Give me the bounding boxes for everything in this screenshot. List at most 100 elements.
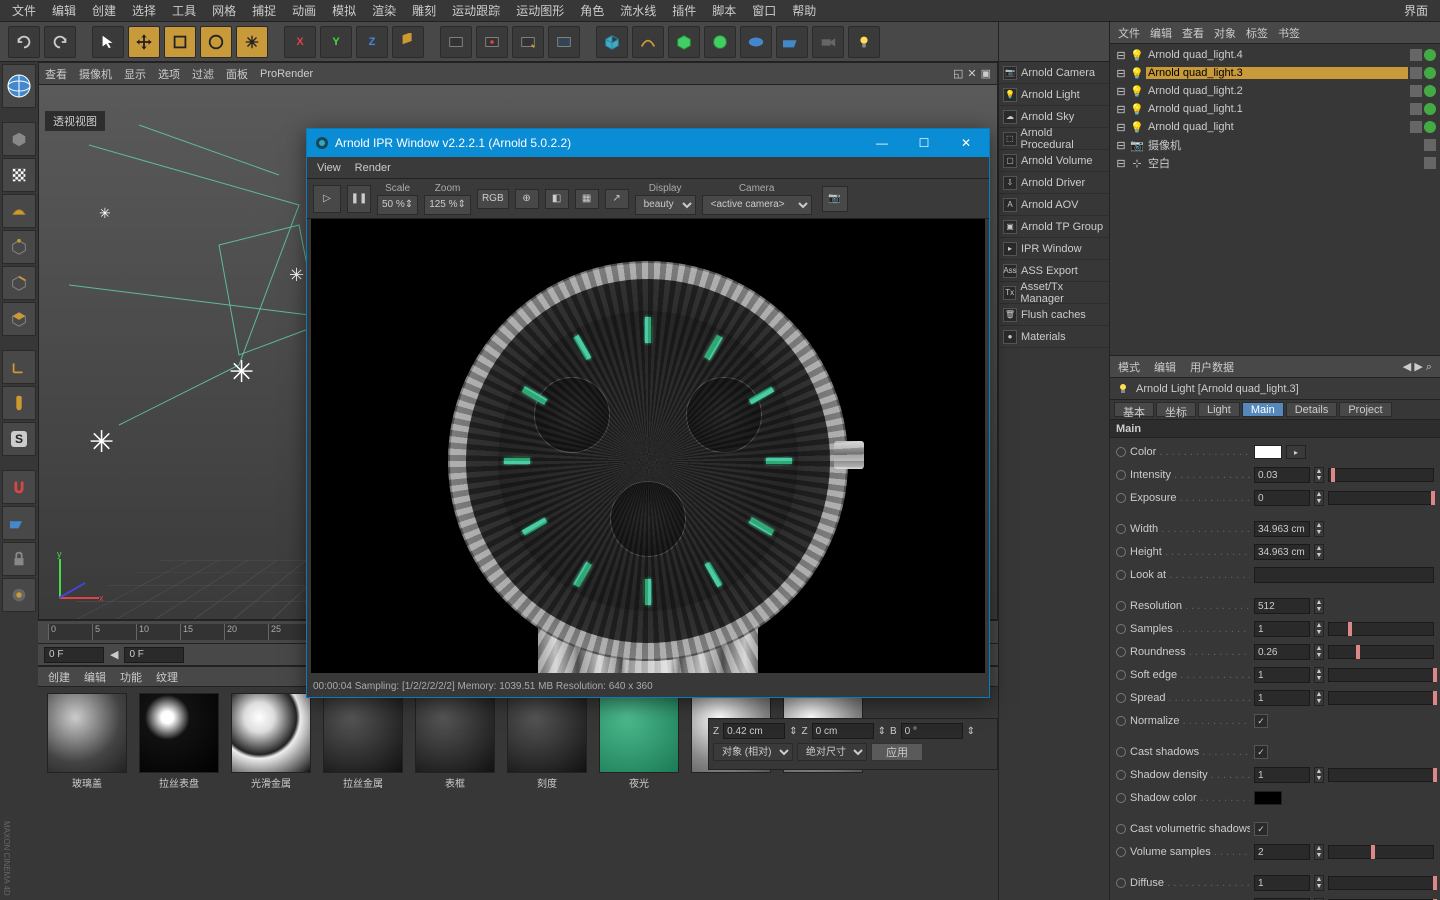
texture-mode-button[interactable] — [2, 158, 36, 192]
attr-menu[interactable]: 模式 — [1118, 359, 1140, 375]
slider[interactable] — [1328, 876, 1434, 890]
visibility-dot[interactable] — [1424, 103, 1436, 115]
vp-tab[interactable]: 选项 — [158, 66, 180, 82]
spinner[interactable]: ▲▼ — [1314, 490, 1324, 506]
workplane-button[interactable] — [2, 506, 36, 540]
value-input[interactable] — [1254, 521, 1310, 537]
value-input[interactable] — [1254, 544, 1310, 560]
obj-tab[interactable]: 书签 — [1278, 25, 1300, 41]
attr-tab-Details[interactable]: Details — [1286, 402, 1338, 417]
menu-窗口[interactable]: 窗口 — [744, 2, 784, 19]
mat-tab[interactable]: 功能 — [120, 669, 142, 685]
value-input[interactable] — [1254, 467, 1310, 483]
arnold-menu-item[interactable]: ▸IPR Window — [999, 238, 1109, 260]
slider[interactable] — [1328, 622, 1434, 636]
slider[interactable] — [1328, 468, 1434, 482]
value-input[interactable] — [1254, 767, 1310, 783]
arnold-menu-item[interactable]: TxAsset/Tx Manager — [999, 282, 1109, 304]
ipr-display-select[interactable]: beauty — [635, 195, 696, 215]
ipr-titlebar[interactable]: Arnold IPR Window v2.2.2.1 (Arnold 5.0.2… — [307, 129, 989, 157]
slider[interactable] — [1328, 768, 1434, 782]
value-input[interactable] — [1254, 621, 1310, 637]
rotate-tool[interactable] — [200, 26, 232, 58]
menu-帮助[interactable]: 帮助 — [784, 2, 824, 19]
ipr-play-button[interactable]: ▷ — [313, 185, 341, 213]
ipr-export-button[interactable]: ↗ — [605, 189, 629, 209]
arnold-menu-item[interactable]: AssASS Export — [999, 260, 1109, 282]
spinner[interactable]: ▲▼ — [1314, 690, 1324, 706]
menu-interface[interactable]: 界面 — [1396, 2, 1436, 19]
scale-tool[interactable] — [164, 26, 196, 58]
value-input[interactable] — [1254, 690, 1310, 706]
arnold-menu-item[interactable]: ⇩Arnold Driver — [999, 172, 1109, 194]
add-deformer-button[interactable] — [704, 26, 736, 58]
ipr-rgb-button[interactable]: RGB — [477, 189, 509, 209]
object-tree[interactable]: ⊟💡Arnold quad_light.4⊟💡Arnold quad_light… — [1110, 44, 1440, 174]
visibility-dot[interactable] — [1424, 121, 1436, 133]
spinner[interactable]: ▲▼ — [1314, 844, 1324, 860]
point-mode-button[interactable] — [2, 230, 36, 264]
arnold-menu-item[interactable]: 💡Arnold Light — [999, 84, 1109, 106]
vp-tab[interactable]: ProRender — [260, 68, 313, 80]
value-input[interactable] — [1254, 567, 1434, 583]
globe-view-button[interactable] — [2, 64, 36, 108]
snap-mode-button[interactable]: S — [2, 422, 36, 456]
tree-row[interactable]: ⊟💡Arnold quad_light.4 — [1112, 46, 1438, 64]
checkbox[interactable]: ✓ — [1254, 745, 1268, 759]
checkbox[interactable]: ✓ — [1254, 822, 1268, 836]
slider[interactable] — [1328, 668, 1434, 682]
menu-网格[interactable]: 网格 — [204, 2, 244, 19]
material-item[interactable]: 玻璃盖 — [44, 693, 130, 790]
menu-插件[interactable]: 插件 — [664, 2, 704, 19]
material-item[interactable]: 刻度 — [504, 693, 590, 790]
spinner[interactable]: ▲▼ — [1314, 875, 1324, 891]
obj-tab[interactable]: 查看 — [1182, 25, 1204, 41]
material-item[interactable]: 表框 — [412, 693, 498, 790]
obj-tab[interactable]: 编辑 — [1150, 25, 1172, 41]
arnold-menu-item[interactable]: ⬚Arnold Procedural — [999, 128, 1109, 150]
menu-脚本[interactable]: 脚本 — [704, 2, 744, 19]
attr-tab-Main[interactable]: Main — [1242, 402, 1284, 417]
obj-tab[interactable]: 标签 — [1246, 25, 1268, 41]
coord-apply-button[interactable]: 应用 — [871, 743, 923, 761]
surface-mode-button[interactable] — [2, 194, 36, 228]
arnold-menu-item[interactable]: 🗑Flush caches — [999, 304, 1109, 326]
spinner[interactable]: ▲▼ — [1314, 667, 1324, 683]
minimize-button[interactable]: — — [867, 136, 897, 150]
undo-button[interactable] — [8, 26, 40, 58]
menu-模拟[interactable]: 模拟 — [324, 2, 364, 19]
vp-tab[interactable]: 面板 — [226, 66, 248, 82]
coord-mode2-select[interactable]: 绝对尺寸 — [797, 743, 867, 761]
attr-tab-基本[interactable]: 基本 — [1114, 402, 1154, 417]
menu-编辑[interactable]: 编辑 — [44, 2, 84, 19]
ipr-zoom-select[interactable]: 125 % ⇕ — [424, 195, 471, 215]
attr-tab-Light[interactable]: Light — [1198, 402, 1240, 417]
frame-start-input[interactable] — [44, 647, 104, 663]
arnold-menu-item[interactable]: AArnold AOV — [999, 194, 1109, 216]
color-swatch[interactable] — [1254, 445, 1282, 459]
maximize-button[interactable]: ☐ — [909, 136, 939, 150]
coord-system-button[interactable] — [392, 26, 424, 58]
add-spline-button[interactable] — [632, 26, 664, 58]
coord-z-input[interactable] — [723, 723, 785, 739]
menu-流水线[interactable]: 流水线 — [612, 2, 664, 19]
ipr-menu-item[interactable]: Render — [355, 162, 391, 174]
render-button[interactable] — [440, 26, 472, 58]
menu-角色[interactable]: 角色 — [572, 2, 612, 19]
value-input[interactable] — [1254, 875, 1310, 891]
axis-z-button[interactable]: Z — [356, 26, 388, 58]
tree-row[interactable]: ⊟📷摄像机 — [1112, 136, 1438, 154]
slider[interactable] — [1328, 645, 1434, 659]
spinner[interactable]: ▲▼ — [1314, 767, 1324, 783]
attr-menu[interactable]: 编辑 — [1154, 359, 1176, 375]
mat-tab[interactable]: 编辑 — [84, 669, 106, 685]
vp-tab[interactable]: 显示 — [124, 66, 146, 82]
vp-tab[interactable]: 查看 — [45, 66, 67, 82]
ipr-grid-button[interactable]: ▦ — [575, 189, 599, 209]
slider[interactable] — [1328, 691, 1434, 705]
vp-tab[interactable]: 过滤 — [192, 66, 214, 82]
axis-y-button[interactable]: Y — [320, 26, 352, 58]
coord-b-input[interactable] — [901, 723, 963, 739]
axis-x-button[interactable]: X — [284, 26, 316, 58]
arnold-menu-item[interactable]: 📷Arnold Camera — [999, 62, 1109, 84]
